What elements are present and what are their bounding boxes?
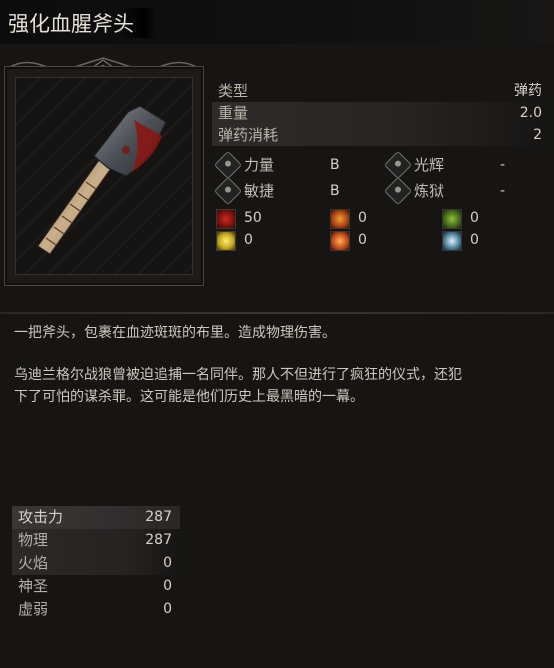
attack-row-holy: 神圣 0 [12, 575, 180, 598]
section-divider [0, 312, 554, 314]
title-bar: 强化血腥斧头 [0, 0, 554, 44]
scaling-label: 炼狱 [414, 182, 445, 200]
stat-value: 2 [533, 127, 542, 143]
stat-value: 2.0 [519, 105, 542, 121]
attack-row-physical: 物理 287 [12, 529, 180, 552]
attack-value: 287 [145, 532, 172, 548]
attribute-scaling: 力量 B 光辉 - 敏捷 B 炼狱 - [213, 150, 550, 206]
scaling-row: 敏捷 B 炼狱 - [213, 176, 550, 206]
stat-row-weight: 重量 2.0 [212, 102, 548, 124]
attack-row-fire: 火焰 0 [12, 552, 180, 575]
effect-value: 0 [244, 232, 253, 248]
stat-label: 类型 [218, 82, 249, 100]
inferno-icon [383, 176, 413, 206]
scaling-label: 光辉 [414, 156, 445, 174]
radiance-icon [383, 150, 413, 180]
attack-value: 287 [145, 509, 172, 525]
attack-label: 神圣 [18, 577, 49, 595]
scaling-grade: - [500, 157, 506, 173]
dexterity-icon [213, 176, 243, 206]
attack-label: 攻击力 [18, 508, 64, 526]
stat-value: 弹药 [514, 83, 542, 99]
description-line: 一把斧头，包裹在血迹斑斑的布里。造成物理伤害。 [14, 325, 336, 341]
scaling-grade: - [500, 183, 506, 199]
attack-label: 物理 [18, 531, 49, 549]
weapon-image [15, 77, 193, 275]
attack-label: 虚弱 [18, 600, 49, 618]
stat-row-type: 类型 弹药 [212, 80, 548, 102]
attack-value: 0 [163, 578, 172, 594]
bleed-icon [216, 209, 236, 229]
stat-label: 弹药消耗 [218, 126, 279, 144]
stat-label: 重量 [218, 104, 249, 122]
scaling-grade: B [330, 157, 340, 173]
strength-icon [213, 150, 243, 180]
axe-icon [37, 105, 167, 255]
attack-value: 0 [163, 601, 172, 617]
stat-row-ammo-cost: 弹药消耗 2 [212, 124, 548, 146]
description-lore: 乌迪兰格尔战狼曾被迫追捕一名同伴。那人不但进行了疯狂的仪式，还犯 下了可怕的谋杀… [14, 367, 462, 405]
burn-icon [330, 209, 350, 229]
attack-row-total: 攻击力 287 [12, 506, 180, 529]
blast-icon [330, 231, 350, 251]
scaling-row: 力量 B 光辉 - [213, 150, 550, 180]
scaling-grade: B [330, 183, 340, 199]
scaling-label: 敏捷 [244, 182, 275, 200]
effect-value: 50 [244, 210, 262, 226]
weapon-description: 一把斧头，包裹在血迹斑斑的布里。造成物理伤害。 乌迪兰格尔战狼曾被迫追捕一名同伴… [14, 322, 544, 428]
attack-power-table: 攻击力 287 物理 287 火焰 0 神圣 0 虚弱 0 [12, 506, 180, 621]
effect-value: 0 [358, 232, 367, 248]
scaling-label: 力量 [244, 156, 275, 174]
weapon-image-frame [4, 66, 204, 286]
frost-icon [442, 231, 462, 251]
poison-icon [442, 209, 462, 229]
attack-value: 0 [163, 555, 172, 571]
effect-value: 0 [470, 210, 479, 226]
weapon-name: 强化血腥斧头 [8, 8, 156, 38]
attack-row-frailty: 虚弱 0 [12, 598, 180, 621]
effect-value: 0 [470, 232, 479, 248]
effect-value: 0 [358, 210, 367, 226]
shock-icon [216, 231, 236, 251]
attack-label: 火焰 [18, 554, 49, 572]
weapon-stats: 类型 弹药 重量 2.0 弹药消耗 2 [212, 80, 548, 146]
